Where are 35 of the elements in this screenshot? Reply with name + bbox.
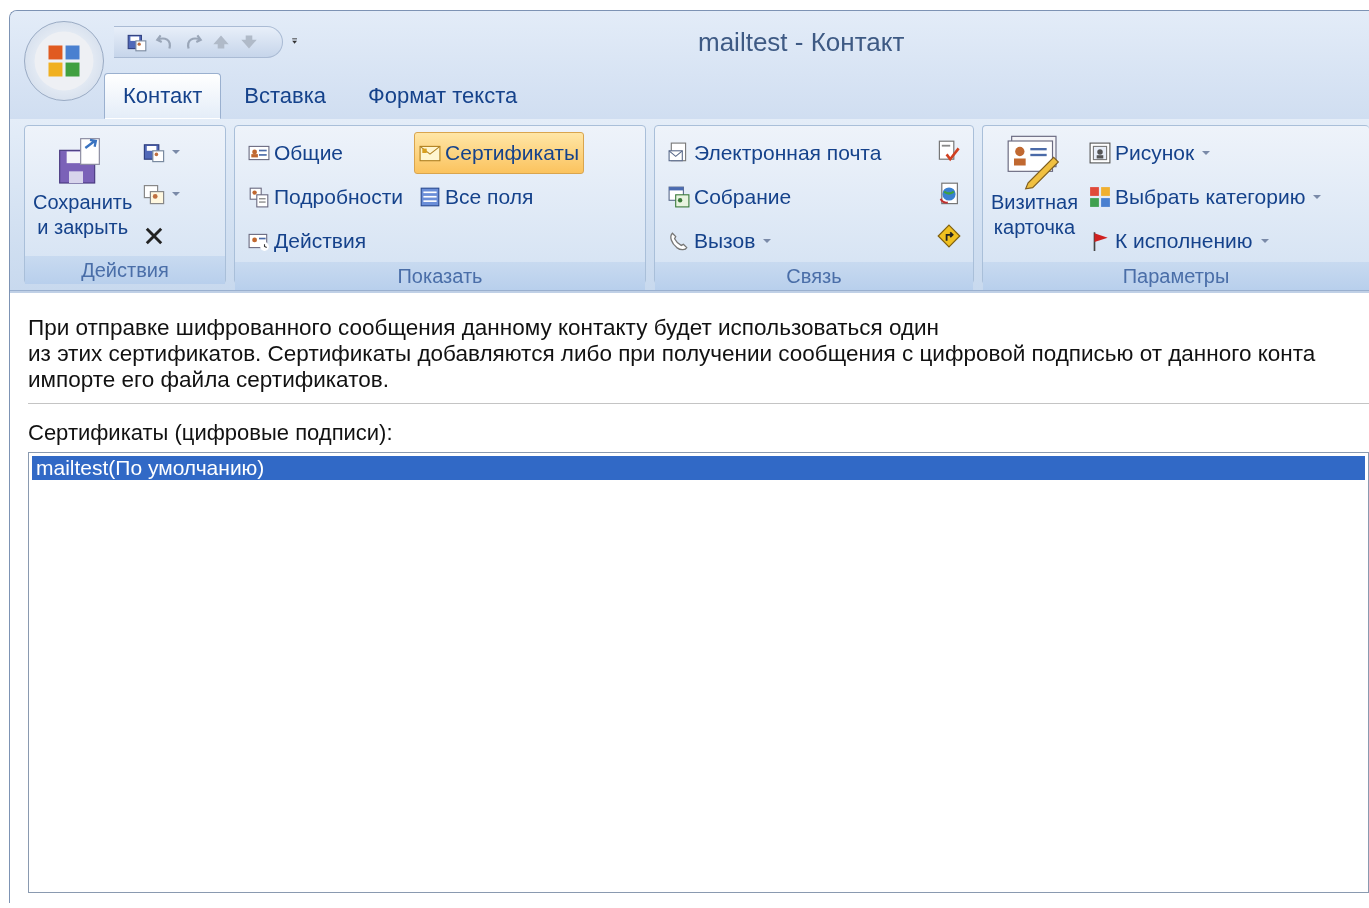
picture-icon xyxy=(1089,142,1111,164)
checked-document-icon xyxy=(937,140,961,164)
ribbon-button[interactable]: Рисунок xyxy=(1084,132,1327,174)
ribbon-button[interactable]: Вызов xyxy=(663,220,887,262)
group-label: Связь xyxy=(655,262,973,290)
ribbon-button[interactable]: Электронная почта xyxy=(663,132,887,174)
certificate-item[interactable]: mailtest(По умолчанию) xyxy=(32,456,1365,480)
ribbon-tab[interactable]: Формат текста xyxy=(349,73,537,119)
group-label: Показать xyxy=(235,262,645,290)
group-label: Действия xyxy=(25,256,225,284)
road-sign-icon xyxy=(937,224,961,248)
ribbon-button[interactable]: Выбрать категорию xyxy=(1084,176,1327,218)
ribbon-tab[interactable]: Контакт xyxy=(104,73,222,119)
office-logo-icon xyxy=(33,30,95,92)
list-icon xyxy=(419,186,442,208)
certificates-label: Сертификаты (цифровые подписи): xyxy=(28,420,394,446)
calendar-icon xyxy=(668,186,690,208)
ribbon-button[interactable]: Сохранить и закрыть xyxy=(33,132,133,240)
ribbon-tab[interactable]: Вставка xyxy=(225,73,345,119)
ribbon-button[interactable]: Собрание xyxy=(663,176,887,218)
window-title: mailtest - Контакт xyxy=(698,26,905,58)
contact-cards-icon xyxy=(142,182,167,206)
info-text: При отправке шифрованного сообщения данному контакту будет использоваться один из этих сертификатов. Сертификаты добавляются либо при получении сообщения с цифровой подписью от данного конта импорте его файла сертификатов. xyxy=(28,315,1317,393)
group-label: Параметры xyxy=(983,262,1369,290)
ribbon-button[interactable]: К исполнению xyxy=(1084,220,1327,262)
ribbon-button[interactable]: Сертификаты xyxy=(414,132,585,174)
ribbon-button[interactable]: Все поля xyxy=(414,176,585,218)
ribbon-button[interactable]: Действия xyxy=(243,220,409,262)
globe-icon xyxy=(937,182,961,206)
ribbon-button[interactable]: Подробности xyxy=(243,176,409,218)
color-grid-icon xyxy=(1089,186,1111,208)
contact-details-icon xyxy=(248,186,270,208)
ribbon-button[interactable]: Визитная карточка xyxy=(991,132,1078,240)
phone-icon xyxy=(668,230,690,252)
ribbon-button[interactable]: Общие xyxy=(243,132,409,174)
